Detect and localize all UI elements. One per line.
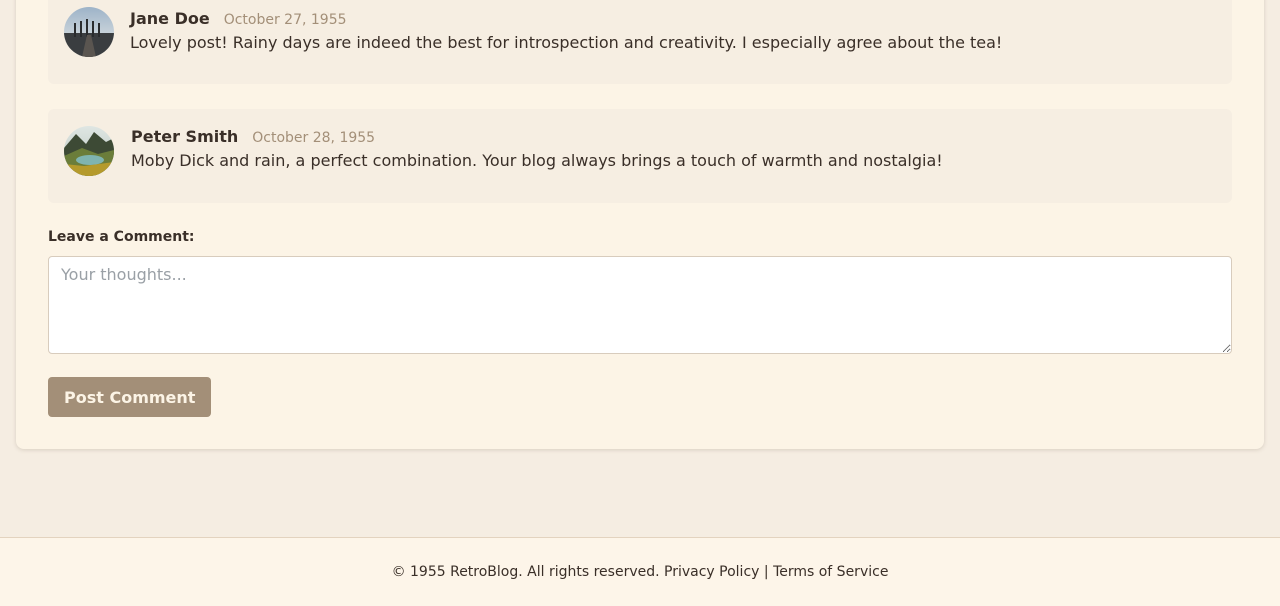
comment-author: Jane Doe	[130, 9, 210, 28]
comment-text: Lovely post! Rainy days are indeed the b…	[130, 33, 1003, 52]
comment-date: October 27, 1955	[223, 12, 347, 28]
comment-form-label: Leave a Comment:	[48, 229, 195, 245]
avatar	[64, 126, 114, 176]
comment-textarea[interactable]	[48, 256, 1232, 354]
comment-header: Peter Smith October 28, 1955	[131, 127, 375, 146]
avatar-photo-mountain-lake	[64, 126, 114, 176]
comment-header: Jane Doe October 27, 1955	[130, 9, 347, 28]
post-comment-button[interactable]: Post Comment	[48, 377, 212, 417]
terms-of-service-link[interactable]: Terms of Service	[773, 564, 888, 580]
comment-item: Peter Smith October 28, 1955 Moby Dick a…	[48, 109, 1232, 203]
footer-separator: |	[763, 564, 769, 580]
comment-item: Jane Doe October 27, 1955 Lovely post! R…	[48, 0, 1232, 84]
site-footer: © 1955 RetroBlog. All rights reserved. P…	[0, 537, 1280, 606]
comments-card: Jane Doe October 27, 1955 Lovely post! R…	[16, 0, 1264, 449]
footer-copyright: © 1955 RetroBlog. All rights reserved.	[391, 564, 660, 580]
avatar-photo-dock	[64, 7, 114, 57]
comment-author: Peter Smith	[131, 127, 239, 146]
comment-date: October 28, 1955	[252, 130, 376, 146]
privacy-policy-link[interactable]: Privacy Policy	[664, 564, 759, 580]
avatar	[64, 7, 114, 57]
comment-text: Moby Dick and rain, a perfect combinatio…	[131, 151, 943, 170]
footer-line: © 1955 RetroBlog. All rights reserved. P…	[0, 564, 1280, 580]
